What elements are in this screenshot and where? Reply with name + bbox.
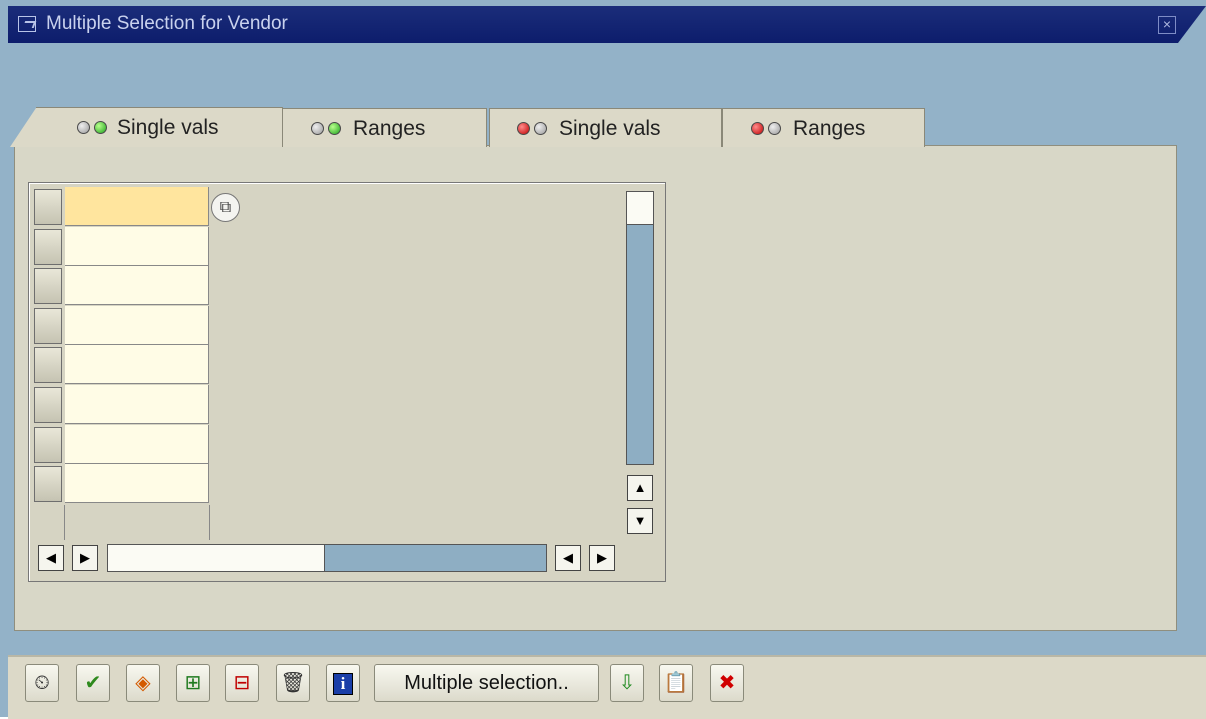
info-icon: i bbox=[333, 672, 353, 695]
import-text-button[interactable]: ⇩ bbox=[610, 664, 644, 702]
clock-execute-icon: ⏲ bbox=[34, 672, 50, 694]
row-selector-button[interactable] bbox=[34, 268, 62, 305]
clipboard-icon: 📋 bbox=[663, 672, 689, 694]
scroll-up-button[interactable]: ▲ bbox=[627, 475, 653, 501]
value-input-cell[interactable] bbox=[65, 187, 209, 226]
value-input-cell[interactable] bbox=[65, 345, 209, 385]
tab-ranges-exclude[interactable]: Ranges bbox=[722, 108, 925, 147]
value-input-cell[interactable] bbox=[65, 266, 209, 306]
cancel-button[interactable]: ✖ bbox=[710, 664, 744, 702]
tab-single-vals-include[interactable]: Single vals bbox=[10, 107, 283, 147]
horizontal-scrollbar[interactable] bbox=[107, 544, 547, 572]
window-border bbox=[0, 0, 8, 717]
row-selector-button[interactable] bbox=[34, 347, 62, 384]
scroll-column-left-button[interactable]: ◀ bbox=[555, 545, 581, 571]
window-title: Multiple Selection for Vendor bbox=[46, 13, 288, 34]
status-light-icon bbox=[77, 121, 90, 134]
close-icon[interactable]: × bbox=[1158, 16, 1176, 34]
copy-button[interactable]: ✔ bbox=[76, 664, 110, 702]
row-selector-button[interactable] bbox=[34, 426, 62, 463]
dialog-window: Multiple Selection for Vendor × Single v… bbox=[0, 0, 1206, 719]
row-selector-button[interactable] bbox=[34, 189, 62, 225]
cancel-x-icon: ✖ bbox=[718, 672, 736, 694]
value-input-cell[interactable] bbox=[65, 424, 209, 464]
delete-line-button[interactable]: ⊟ bbox=[225, 664, 259, 702]
delete-all-button[interactable]: 🗑 bbox=[276, 664, 310, 702]
value-input-cell[interactable] bbox=[65, 305, 209, 345]
delete-row-icon: ⊟ bbox=[233, 672, 251, 694]
import-icon: ⇩ bbox=[618, 672, 636, 694]
value-input-cell[interactable] bbox=[65, 226, 209, 266]
tab-label: Ranges bbox=[793, 117, 866, 140]
scroll-down-button[interactable]: ▼ bbox=[627, 508, 653, 534]
tab-label: Single vals bbox=[117, 116, 219, 139]
status-light-icon bbox=[517, 122, 530, 135]
status-light-icon bbox=[768, 122, 781, 135]
checkmark-icon: ✔ bbox=[84, 672, 102, 694]
status-light-icon bbox=[94, 121, 107, 134]
multiple-selection-button[interactable]: Multiple selection.. bbox=[374, 664, 599, 702]
title-bar: Multiple Selection for Vendor × bbox=[8, 6, 1206, 43]
scroll-right-button[interactable]: ▶ bbox=[72, 545, 98, 571]
status-light-icon bbox=[751, 122, 764, 135]
value-input-cell[interactable] bbox=[65, 464, 209, 504]
status-light-icon bbox=[311, 122, 324, 135]
horizontal-scroll-thumb[interactable] bbox=[108, 545, 325, 571]
value-input-cell[interactable] bbox=[65, 385, 209, 424]
row-selector-button[interactable] bbox=[34, 387, 62, 423]
upload-clipboard-button[interactable]: 📋 bbox=[659, 664, 693, 702]
insert-line-button[interactable]: ⊞ bbox=[176, 664, 210, 702]
trash-icon: 🗑 bbox=[280, 672, 306, 694]
execute-button[interactable]: ⏲ bbox=[25, 664, 59, 702]
info-button[interactable]: i bbox=[326, 664, 360, 702]
row-selector-button[interactable] bbox=[34, 228, 62, 265]
diamond-arrows-icon: ◈ bbox=[135, 672, 151, 694]
scroll-column-right-button[interactable]: ▶ bbox=[589, 545, 615, 571]
window-menu-icon[interactable] bbox=[18, 16, 36, 32]
table-empty-area bbox=[31, 505, 210, 540]
scroll-left-button[interactable]: ◀ bbox=[38, 545, 64, 571]
tab-label: Single vals bbox=[559, 117, 661, 140]
check-entries-button[interactable]: ◈ bbox=[126, 664, 160, 702]
tab-ranges-include[interactable]: Ranges bbox=[282, 108, 487, 147]
status-light-icon bbox=[328, 122, 341, 135]
status-light-icon bbox=[534, 122, 547, 135]
detail-view-icon[interactable]: ⧉ bbox=[211, 193, 240, 222]
vertical-scrollbar[interactable] bbox=[626, 191, 654, 465]
row-selector-button[interactable] bbox=[34, 466, 62, 503]
row-selector-button[interactable] bbox=[34, 307, 62, 344]
vertical-scroll-thumb[interactable] bbox=[627, 192, 653, 225]
tab-single-vals-exclude[interactable]: Single vals bbox=[489, 108, 722, 147]
tab-label: Ranges bbox=[353, 117, 426, 140]
insert-row-icon: ⊞ bbox=[184, 672, 202, 694]
